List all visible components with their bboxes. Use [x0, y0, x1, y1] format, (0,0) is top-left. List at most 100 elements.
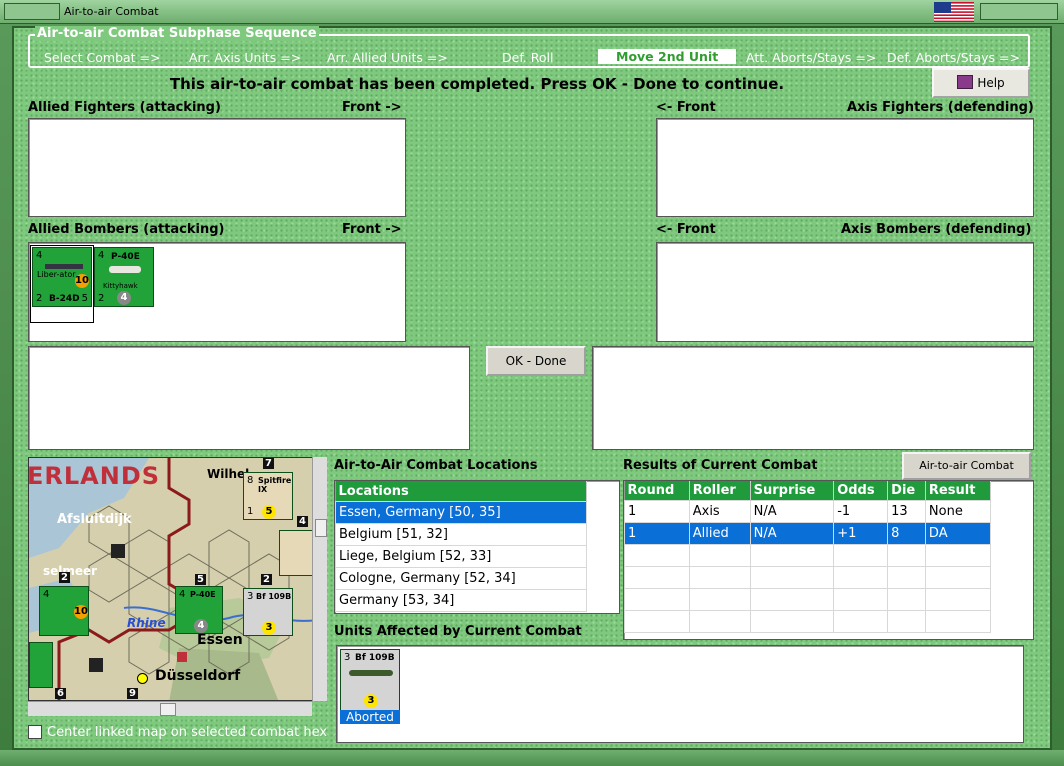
- allied-bombers-label: Allied Bombers (attacking): [28, 222, 225, 237]
- affected-unit-counter[interactable]: 3 Bf 109B 3: [340, 649, 400, 711]
- window-title: Air-to-air Combat: [64, 5, 159, 18]
- counter-type: Spitfire IX: [258, 476, 292, 494]
- counter-bottom-right: 5: [81, 293, 88, 304]
- status-message: This air-to-air combat has been complete…: [169, 75, 785, 93]
- counter-strength: 4: [98, 250, 105, 261]
- counter-nickname: Kittyhawk: [103, 282, 138, 290]
- vertical-scroll-thumb[interactable]: [315, 519, 327, 537]
- allied-fighters-label: Allied Fighters (attacking): [28, 100, 221, 115]
- location-row[interactable]: Belgium [51, 32]: [335, 523, 587, 546]
- location-row[interactable]: Cologne, Germany [52, 34]: [335, 567, 587, 590]
- table-row: [624, 610, 992, 633]
- results-grid[interactable]: Round Roller Surprise Odds Die Result 1 …: [623, 480, 1034, 640]
- axis-fighters-label: Axis Fighters (defending): [847, 100, 1034, 115]
- hex-number: 6: [55, 688, 66, 699]
- allied-bombers-front-label: Front ->: [342, 222, 402, 237]
- table-row: [624, 588, 992, 611]
- allied-bombers-panel[interactable]: 4 Liber-ator 10 2 B-24D 5 4 P-40E Kittyh…: [28, 242, 406, 342]
- phase-def-roll: Def. Roll: [502, 50, 554, 65]
- cell-odds: +1: [833, 522, 889, 545]
- unit-counter-b24d[interactable]: 4 Liber-ator 10 2 B-24D 5: [32, 247, 92, 307]
- affected-title: Units Affected by Current Combat: [334, 624, 582, 639]
- allied-info-panel: [28, 346, 470, 450]
- col-odds: Odds: [833, 481, 889, 501]
- help-book-icon: [957, 75, 974, 89]
- help-button[interactable]: Help: [932, 68, 1030, 98]
- counter-strength: 3: [344, 652, 351, 663]
- map-vertical-scrollbar[interactable]: [312, 457, 327, 701]
- phase-def-aborts-stays: Def. Aborts/Stays =>: [887, 50, 1020, 65]
- hex-number: 7: [263, 458, 274, 469]
- map-label-netherlands: ERLANDS: [28, 462, 161, 490]
- counter-value: 3: [364, 694, 378, 708]
- col-round: Round: [624, 481, 690, 501]
- table-row: [624, 566, 992, 589]
- results-table: Round Roller Surprise Odds Die Result 1 …: [624, 481, 992, 633]
- location-row[interactable]: Essen, Germany [50, 35]: [335, 501, 587, 524]
- center-map-checkbox[interactable]: [28, 725, 42, 739]
- hex-number: 2: [261, 574, 272, 585]
- phase-arr-allied-units: Arr. Allied Units =>: [327, 50, 448, 65]
- location-row[interactable]: Liege, Belgium [52, 33]: [335, 545, 587, 568]
- col-surprise: Surprise: [750, 481, 835, 501]
- cell-round: 1: [624, 522, 690, 545]
- counter-strength: 4: [179, 589, 186, 600]
- fighter-plane-icon: [109, 266, 141, 273]
- map-counter-spitfire[interactable]: 8 Spitfire IX 1 5: [243, 472, 293, 520]
- linked-map[interactable]: ERLANDS Afsluitdijk selmeer Rhine Essen …: [28, 457, 327, 701]
- table-row[interactable]: 1 Axis N/A -1 13 None: [624, 500, 992, 523]
- horizontal-scroll-thumb[interactable]: [160, 703, 176, 716]
- cell-roller: Allied: [688, 522, 751, 545]
- counter-type: B-24D: [49, 294, 80, 304]
- results-title: Results of Current Combat: [623, 458, 818, 473]
- unit-counter-p40e[interactable]: 4 P-40E Kittyhawk 2 4: [94, 247, 154, 307]
- table-row[interactable]: 1 Allied N/A +1 8 DA: [624, 522, 992, 545]
- locations-list[interactable]: Locations Essen, Germany [50, 35] Belgiu…: [334, 480, 620, 614]
- cell-round: 1: [624, 500, 690, 523]
- map-counter-p40[interactable]: 4 P-40E 4: [175, 586, 223, 634]
- cell-result: DA: [924, 522, 992, 545]
- map-counter-bf109[interactable]: 3 Bf 109B 3: [243, 588, 293, 636]
- phase-select-combat: Select Combat =>: [44, 50, 161, 65]
- map-label-dusseldorf: Düsseldorf: [155, 668, 241, 684]
- ok-done-button[interactable]: OK - Done: [486, 346, 586, 376]
- cell-result: None: [924, 500, 992, 523]
- allied-fighters-panel[interactable]: [28, 118, 406, 217]
- airfield-icon: [111, 544, 125, 558]
- map-horizontal-scrollbar[interactable]: [28, 701, 312, 716]
- counter-type: P-40E: [190, 590, 216, 599]
- counter-type: P-40E: [111, 252, 140, 262]
- hex-number: 9: [127, 688, 138, 699]
- map-label-rhine: Rhine: [127, 616, 166, 630]
- axis-fighters-panel[interactable]: [656, 118, 1034, 217]
- axis-bombers-panel[interactable]: [656, 242, 1034, 342]
- bomber-plane-icon: [45, 264, 83, 269]
- cell-die: 8: [887, 522, 926, 545]
- system-menu-button[interactable]: [4, 3, 60, 20]
- cell-surprise: N/A: [749, 500, 835, 523]
- counter-value: 3: [262, 621, 276, 635]
- air-combat-chart-button[interactable]: Air-to-air Combat Chart: [902, 452, 1031, 496]
- affected-units-panel[interactable]: 3 Bf 109B 3 Aborted: [336, 645, 1024, 743]
- map-counter-b24[interactable]: 4 10: [39, 586, 89, 636]
- fighter-plane-icon: [349, 670, 393, 676]
- cell-die: 13: [887, 500, 926, 523]
- hex-number: 2: [59, 572, 70, 583]
- map-counter-partial[interactable]: [29, 642, 53, 688]
- close-button[interactable]: [980, 3, 1058, 20]
- us-flag-icon: [934, 2, 974, 22]
- locations-header: Locations: [335, 481, 587, 502]
- counter-strength: 8: [247, 475, 254, 486]
- counter-strength: 3: [247, 591, 254, 602]
- map-label-ijsselmeer: selmeer: [43, 564, 98, 578]
- location-row[interactable]: Germany [53, 34]: [335, 589, 587, 612]
- col-roller: Roller: [689, 481, 751, 501]
- counter-bottom-left: 1: [247, 506, 254, 517]
- counter-value: 4: [194, 619, 208, 633]
- airfield-icon: [89, 658, 103, 672]
- city-marker-icon: [137, 673, 148, 684]
- counter-type: Bf 109B: [355, 653, 395, 663]
- axis-fighters-front-label: <- Front: [656, 100, 716, 115]
- cell-odds: -1: [833, 500, 889, 523]
- title-bar: Air-to-air Combat: [0, 0, 1064, 24]
